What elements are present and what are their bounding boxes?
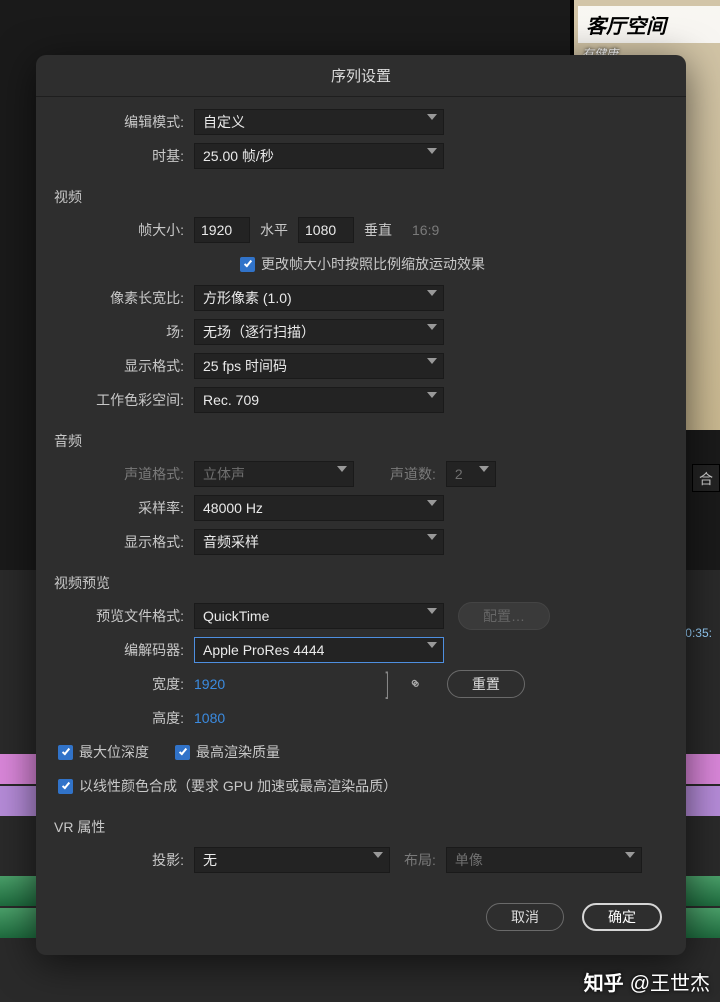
preview-height-label: 高度: bbox=[54, 708, 194, 728]
reset-button[interactable]: 重置 bbox=[447, 670, 525, 698]
frame-height-input[interactable]: 1080 bbox=[298, 217, 354, 243]
attribution-author: @王世杰 bbox=[630, 967, 710, 996]
vr-layout-label: 布局: bbox=[404, 850, 436, 870]
preview-height-value[interactable]: 1080 bbox=[194, 710, 225, 726]
chevron-down-icon bbox=[373, 852, 383, 858]
chevron-down-icon bbox=[427, 290, 437, 296]
fields-label: 场: bbox=[54, 322, 194, 342]
ok-button[interactable]: 确定 bbox=[582, 903, 662, 931]
channel-count-label: 声道数: bbox=[390, 464, 436, 484]
configure-button: 配置… bbox=[458, 602, 550, 630]
zhihu-logo-text: 知乎 bbox=[584, 967, 624, 996]
fields-select[interactable]: 无场（逐行扫描） bbox=[194, 319, 444, 345]
aspect-ratio-label: 16:9 bbox=[412, 222, 439, 238]
timebase-value: 25.00 帧/秒 bbox=[203, 146, 274, 166]
scale-motion-checkbox[interactable]: 更改帧大小时按照比例缩放运动效果 bbox=[240, 254, 485, 274]
pixel-aspect-label: 像素长宽比: bbox=[54, 288, 194, 308]
preview-width-value[interactable]: 1920 bbox=[194, 676, 225, 692]
frame-width-input[interactable]: 1920 bbox=[194, 217, 250, 243]
vr-projection-label: 投影: bbox=[54, 850, 194, 870]
cancel-button[interactable]: 取消 bbox=[486, 903, 564, 931]
scale-motion-label: 更改帧大小时按照比例缩放运动效果 bbox=[261, 254, 485, 274]
timebase-label: 时基: bbox=[54, 146, 194, 166]
chevron-down-icon bbox=[427, 534, 437, 540]
channel-format-select: 立体声 bbox=[194, 461, 354, 487]
link-icon[interactable]: ⚭ bbox=[402, 672, 426, 696]
side-tab[interactable]: 合 bbox=[692, 464, 720, 492]
audio-display-format-select[interactable]: 音频采样 bbox=[194, 529, 444, 555]
vr-projection-select[interactable]: 无 bbox=[194, 847, 390, 873]
chevron-down-icon bbox=[427, 324, 437, 330]
channel-count-select: 2 bbox=[446, 461, 496, 487]
chevron-down-icon bbox=[427, 642, 437, 648]
video-display-format-select[interactable]: 25 fps 时间码 bbox=[194, 353, 444, 379]
vr-section-header: VR 属性 bbox=[54, 817, 668, 837]
video-display-format-label: 显示格式: bbox=[54, 356, 194, 376]
preview-width-label: 宽度: bbox=[54, 674, 194, 694]
edit-mode-select[interactable]: 自定义 bbox=[194, 109, 444, 135]
chevron-down-icon bbox=[625, 852, 635, 858]
vertical-label: 垂直 bbox=[364, 220, 392, 240]
dialog-title: 序列设置 bbox=[36, 55, 686, 97]
monitor-title-banner: 客厅空间 bbox=[578, 6, 720, 43]
max-render-quality-checkbox[interactable]: 最高渲染质量 bbox=[175, 742, 280, 762]
timebase-select[interactable]: 25.00 帧/秒 bbox=[194, 143, 444, 169]
preview-section-header: 视频预览 bbox=[54, 573, 668, 593]
sample-rate-select[interactable]: 48000 Hz bbox=[194, 495, 444, 521]
edit-mode-value: 自定义 bbox=[203, 112, 245, 132]
color-space-label: 工作色彩空间: bbox=[54, 390, 194, 410]
audio-display-format-label: 显示格式: bbox=[54, 532, 194, 552]
sequence-settings-dialog: 序列设置 编辑模式: 自定义 时基: 25.00 帧/秒 视频 帧大小: 192… bbox=[36, 55, 686, 955]
video-section-header: 视频 bbox=[54, 187, 668, 207]
color-space-select[interactable]: Rec. 709 bbox=[194, 387, 444, 413]
chevron-down-icon bbox=[337, 466, 347, 472]
attribution-watermark: 知乎 @王世杰 bbox=[584, 967, 710, 996]
chevron-down-icon bbox=[427, 500, 437, 506]
max-bit-depth-checkbox[interactable]: 最大位深度 bbox=[58, 742, 149, 762]
linear-composite-checkbox[interactable]: 以线性颜色合成（要求 GPU 加速或最高渲染品质） bbox=[58, 776, 397, 796]
channel-format-label: 声道格式: bbox=[54, 464, 194, 484]
edit-mode-label: 编辑模式: bbox=[54, 112, 194, 132]
chevron-down-icon bbox=[427, 392, 437, 398]
horizontal-label: 水平 bbox=[260, 220, 288, 240]
codec-label: 编解码器: bbox=[54, 640, 194, 660]
preview-file-format-label: 预览文件格式: bbox=[54, 606, 194, 626]
chevron-down-icon bbox=[427, 148, 437, 154]
chevron-down-icon bbox=[479, 466, 489, 472]
sample-rate-label: 采样率: bbox=[54, 498, 194, 518]
chevron-down-icon bbox=[427, 358, 437, 364]
frame-size-label: 帧大小: bbox=[54, 220, 194, 240]
chevron-down-icon bbox=[427, 114, 437, 120]
preview-file-format-select[interactable]: QuickTime bbox=[194, 603, 444, 629]
vr-layout-select: 单像 bbox=[446, 847, 642, 873]
audio-section-header: 音频 bbox=[54, 431, 668, 451]
pixel-aspect-select[interactable]: 方形像素 (1.0) bbox=[194, 285, 444, 311]
chevron-down-icon bbox=[427, 608, 437, 614]
codec-select[interactable]: Apple ProRes 4444 bbox=[194, 637, 444, 663]
bracket-icon: ] bbox=[386, 667, 389, 701]
